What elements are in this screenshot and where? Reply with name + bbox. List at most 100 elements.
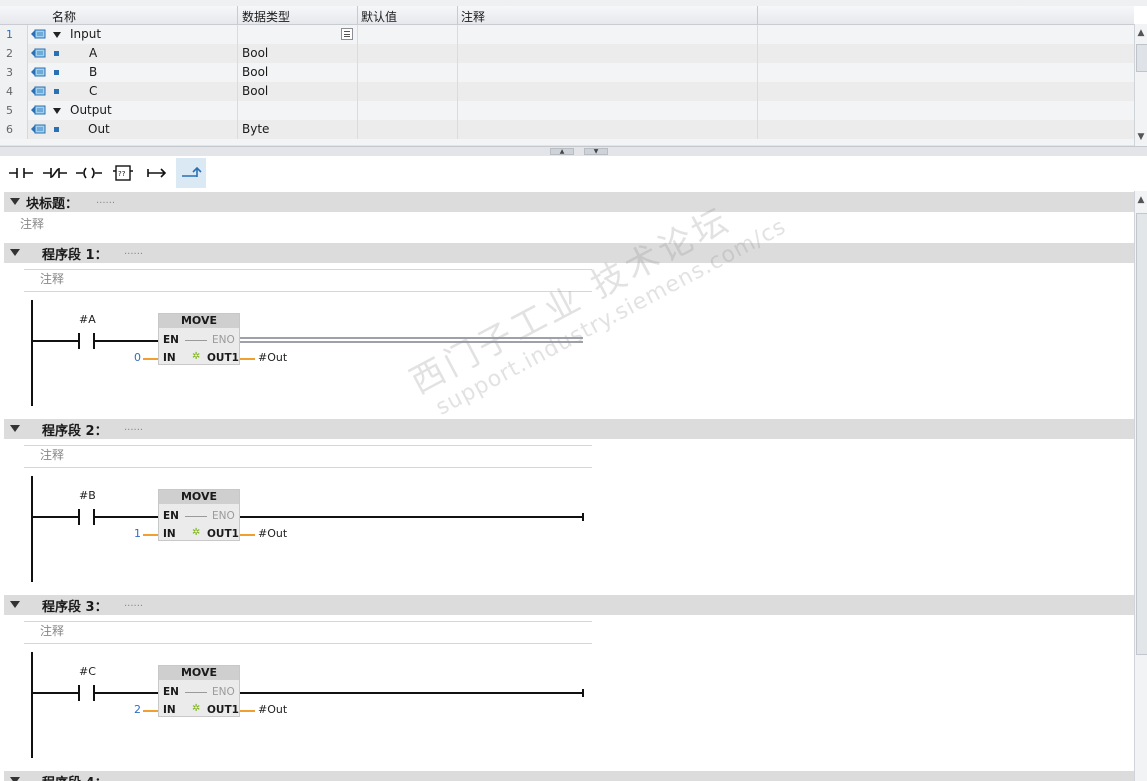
block-title: 块标题： (26, 197, 79, 212)
col-header-type[interactable]: 数据类型 (242, 8, 290, 25)
param-bullet-icon (54, 51, 59, 56)
param-type[interactable]: Byte (242, 120, 269, 139)
network-comment[interactable]: 注释 (40, 622, 64, 639)
row-number[interactable]: 6 (0, 120, 28, 139)
network-comment[interactable]: 注释 (40, 446, 64, 463)
type-picker-icon[interactable] (341, 28, 353, 40)
network-banner[interactable]: 程序段 2：...... (4, 419, 1134, 439)
in-operand[interactable]: 0 (134, 351, 141, 364)
param-name[interactable]: Out (88, 120, 110, 139)
table-row[interactable]: 5 Output (0, 101, 1134, 121)
collapse-triangle-icon[interactable] (10, 601, 20, 608)
move-box[interactable]: MOVE EN ENO IN ✲ OUT1 (158, 313, 240, 365)
table-row[interactable]: 1 Input (0, 25, 1134, 45)
param-name[interactable]: C (89, 82, 97, 101)
rung-end (582, 689, 584, 697)
network-title-placeholder[interactable]: ...... (124, 422, 143, 433)
editor-scrollbar[interactable]: ▲ (1134, 191, 1147, 781)
row-number[interactable]: 5 (0, 101, 28, 120)
row-number[interactable]: 1 (0, 25, 28, 44)
contact-left-bar[interactable] (78, 509, 80, 525)
pin-out1: OUT1 (207, 704, 239, 716)
row-number[interactable]: 3 (0, 63, 28, 82)
block-title-banner[interactable]: 块标题： ...... (4, 192, 1134, 212)
col-header-comment[interactable]: 注释 (461, 8, 485, 25)
param-type[interactable]: Bool (242, 63, 268, 82)
normally-closed-contact-icon[interactable] (40, 158, 70, 188)
normally-open-contact-icon[interactable] (6, 158, 36, 188)
contact-operand[interactable]: #C (79, 665, 96, 678)
out-operand[interactable]: #Out (258, 703, 287, 716)
rung-wire (33, 340, 79, 342)
network-title-placeholder[interactable]: ...... (124, 598, 143, 609)
collapse-down-icon[interactable]: ▼ (584, 148, 608, 155)
in-operand[interactable]: 1 (134, 527, 141, 540)
open-branch-icon[interactable] (142, 158, 172, 188)
table-row[interactable]: 6 Out Byte (0, 120, 1134, 140)
collapse-triangle-icon[interactable] (10, 777, 20, 781)
collapse-triangle-icon[interactable] (10, 425, 20, 432)
col-header-default[interactable]: 默认值 (361, 8, 397, 25)
table-row[interactable]: 2 A Bool (0, 44, 1134, 64)
scroll-up-icon[interactable]: ▲ (1136, 28, 1146, 38)
pin-eno: ENO (212, 510, 235, 522)
rung-wire (95, 340, 158, 342)
param-type[interactable]: Bool (242, 82, 268, 101)
scroll-thumb[interactable] (1136, 44, 1147, 72)
contact-operand[interactable]: #A (79, 313, 96, 326)
power-rail (31, 652, 33, 758)
interface-io-icon (31, 29, 46, 39)
collapse-triangle-icon[interactable] (10, 249, 20, 256)
eno-wire-upper (240, 337, 583, 339)
interface-io-icon (31, 86, 46, 96)
param-name[interactable]: A (89, 44, 97, 63)
network-title-placeholder[interactable]: ...... (124, 246, 143, 257)
contact-left-bar[interactable] (78, 333, 80, 349)
move-box[interactable]: MOVE EN ENO IN ✲ OUT1 (158, 665, 240, 717)
table-row[interactable]: 4 C Bool (0, 82, 1134, 102)
collapse-up-icon[interactable]: ▲ (550, 148, 574, 155)
instruction-toolbar: ?? (0, 156, 1147, 190)
rung-wire (33, 692, 79, 694)
rung-wire (95, 692, 158, 694)
close-branch-icon[interactable] (176, 158, 206, 188)
collapse-triangle-icon[interactable] (10, 198, 20, 205)
block-comment[interactable]: 注释 (20, 215, 44, 232)
out-pin-line (240, 534, 255, 536)
editor-scroll-thumb[interactable] (1136, 213, 1147, 655)
network-title: 程序段 3： (42, 600, 108, 615)
row-number[interactable]: 2 (0, 44, 28, 63)
scroll-down-icon[interactable]: ▼ (1136, 132, 1146, 142)
move-box-title: MOVE (159, 314, 239, 328)
out-operand[interactable]: #Out (258, 351, 287, 364)
pin-in: IN (163, 704, 176, 716)
coil-icon[interactable] (74, 158, 104, 188)
param-name[interactable]: Output (70, 101, 112, 120)
row-number[interactable]: 4 (0, 82, 28, 101)
pin-en: EN (163, 510, 179, 522)
network-banner[interactable]: 程序段 3：...... (4, 595, 1134, 615)
network-banner[interactable]: 程序段 4： (4, 771, 1134, 781)
pin-out1: OUT1 (207, 528, 239, 540)
interface-io-icon (31, 48, 46, 58)
param-type[interactable]: Bool (242, 44, 268, 63)
table-scrollbar[interactable]: ▲ ▼ (1134, 24, 1147, 146)
param-name[interactable]: B (89, 63, 97, 82)
contact-operand[interactable]: #B (79, 489, 96, 502)
empty-box-icon[interactable]: ?? (108, 158, 138, 188)
rung-wire (95, 516, 158, 518)
move-box[interactable]: MOVE EN ENO IN ✲ OUT1 (158, 489, 240, 541)
network-banner[interactable]: 程序段 1：...... (4, 243, 1134, 263)
block-title-placeholder[interactable]: ...... (96, 195, 115, 206)
network-comment[interactable]: 注释 (40, 270, 64, 287)
table-row[interactable]: 3 B Bool (0, 63, 1134, 83)
param-name[interactable]: Input (70, 25, 101, 44)
col-header-name[interactable]: 名称 (52, 8, 76, 25)
editor-scroll-up-icon[interactable]: ▲ (1136, 195, 1146, 205)
in-operand[interactable]: 2 (134, 703, 141, 716)
contact-left-bar[interactable] (78, 685, 80, 701)
expand-triangle-icon[interactable] (53, 32, 61, 38)
expand-triangle-icon[interactable] (53, 108, 61, 114)
move-box-title: MOVE (159, 666, 239, 680)
out-operand[interactable]: #Out (258, 527, 287, 540)
